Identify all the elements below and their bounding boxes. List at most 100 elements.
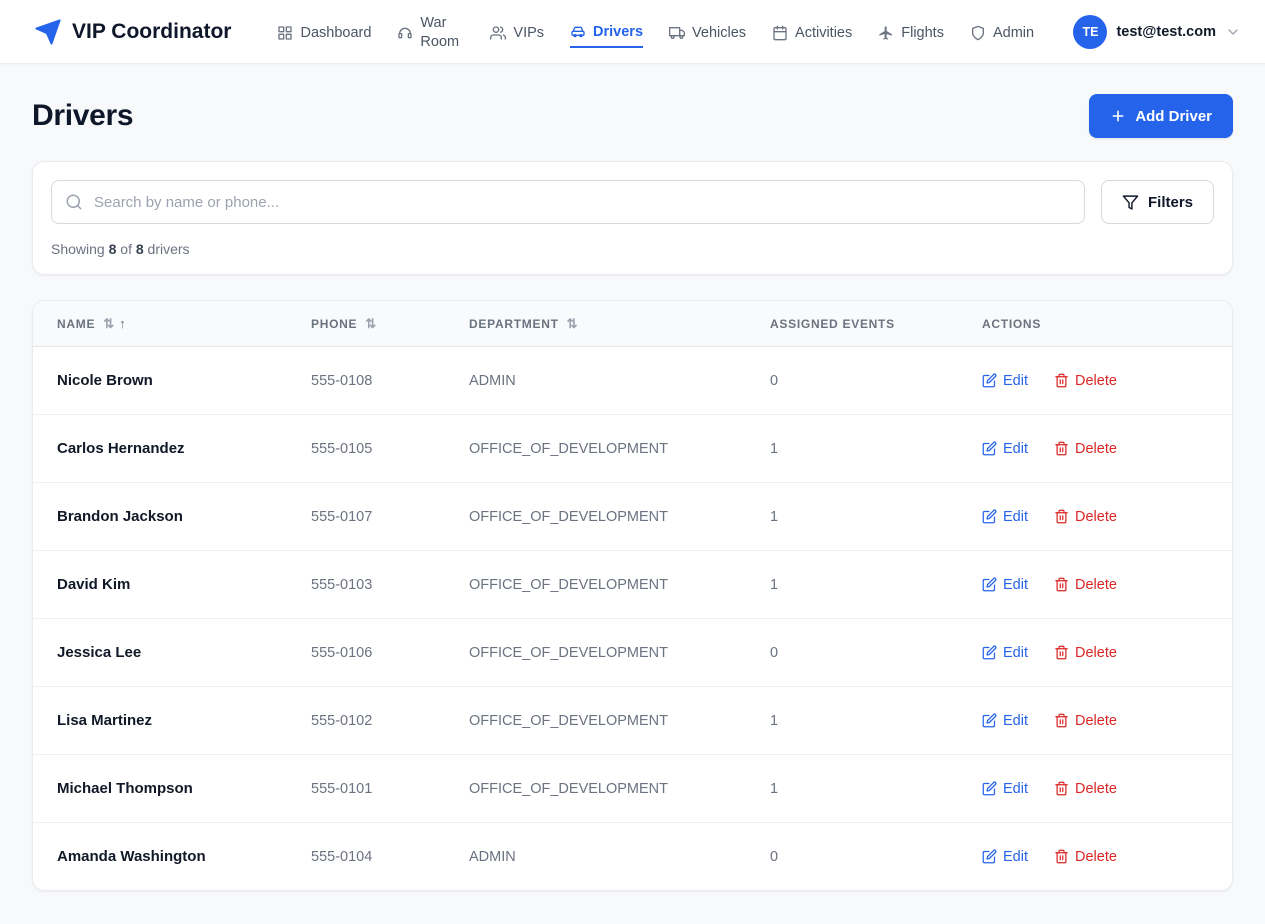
edit-label: Edit	[1003, 373, 1028, 389]
edit-label: Edit	[1003, 441, 1028, 457]
delete-label: Delete	[1075, 509, 1117, 525]
driver-name: Amanda Washington	[33, 823, 287, 891]
delete-label: Delete	[1075, 645, 1117, 661]
driver-department: OFFICE_OF_DEVELOPMENT	[445, 755, 746, 823]
column-header-phone[interactable]: PHONE⇅	[287, 301, 445, 347]
search-input[interactable]	[51, 180, 1085, 224]
main-nav: Dashboard War Room VIPs Drivers Vehicles Acti…	[277, 6, 1034, 58]
driver-phone: 555-0108	[287, 347, 445, 415]
trash-icon	[1054, 781, 1069, 796]
table-row: Michael Thompson 555-0101 OFFICE_OF_DEVE…	[33, 755, 1232, 823]
driver-name: Jessica Lee	[33, 619, 287, 687]
nav-item-admin[interactable]: Admin	[970, 17, 1034, 47]
nav-item-label: Dashboard	[300, 25, 371, 41]
sort-icon[interactable]: ⇅	[365, 316, 376, 331]
delete-button[interactable]: Delete	[1054, 441, 1117, 457]
page-header: Drivers Add Driver	[32, 94, 1233, 138]
delete-button[interactable]: Delete	[1054, 781, 1117, 797]
driver-phone: 555-0104	[287, 823, 445, 891]
delete-button[interactable]: Delete	[1054, 713, 1117, 729]
trash-icon	[1054, 441, 1069, 456]
brand: VIP Coordinator	[34, 18, 231, 46]
search-card: Filters Showing 8 of 8 drivers	[32, 161, 1233, 275]
drivers-icon	[570, 24, 586, 40]
edit-icon	[982, 849, 997, 864]
add-driver-button[interactable]: Add Driver	[1089, 94, 1233, 138]
driver-assigned-events: 1	[746, 755, 958, 823]
search-box	[51, 180, 1085, 224]
top-navbar: VIP Coordinator Dashboard War Room VIPs Dri…	[0, 0, 1265, 64]
edit-label: Edit	[1003, 713, 1028, 729]
table-row: Amanda Washington 555-0104 ADMIN 0 Edit …	[33, 823, 1232, 891]
nav-item-vehicles[interactable]: Vehicles	[669, 17, 746, 47]
driver-phone: 555-0105	[287, 415, 445, 483]
edit-button[interactable]: Edit	[982, 781, 1028, 797]
nav-item-flights[interactable]: Flights	[878, 17, 944, 47]
delete-label: Delete	[1075, 713, 1117, 729]
nav-item-label: Activities	[795, 25, 852, 41]
nav-item-label: Drivers	[593, 24, 643, 40]
delete-button[interactable]: Delete	[1054, 577, 1117, 593]
chevron-down-icon	[1225, 24, 1241, 40]
edit-button[interactable]: Edit	[982, 441, 1028, 457]
trash-icon	[1054, 509, 1069, 524]
results-count-total: 8	[136, 241, 144, 257]
nav-item-vips[interactable]: VIPs	[490, 17, 544, 47]
sort-icon[interactable]: ⇅	[567, 316, 578, 331]
results-count-suffix: drivers	[148, 241, 190, 257]
edit-icon	[982, 441, 997, 456]
driver-phone: 555-0102	[287, 687, 445, 755]
sort-icon[interactable]: ⇅	[103, 316, 114, 331]
nav-item-dashboard[interactable]: Dashboard	[277, 17, 371, 47]
edit-button[interactable]: Edit	[982, 645, 1028, 661]
drivers-table: NAME⇅↑ PHONE⇅ DEPARTMENT⇅ ASSIGNED EVENT…	[33, 301, 1232, 890]
table-header-row: NAME⇅↑ PHONE⇅ DEPARTMENT⇅ ASSIGNED EVENT…	[33, 301, 1232, 347]
delete-label: Delete	[1075, 849, 1117, 865]
filters-label: Filters	[1148, 194, 1193, 211]
drivers-table-card: NAME⇅↑ PHONE⇅ DEPARTMENT⇅ ASSIGNED EVENT…	[32, 300, 1233, 891]
driver-assigned-events: 0	[746, 619, 958, 687]
avatar: TE	[1073, 15, 1107, 49]
edit-button[interactable]: Edit	[982, 509, 1028, 525]
nav-item-drivers[interactable]: Drivers	[570, 16, 643, 48]
column-header-department[interactable]: DEPARTMENT⇅	[445, 301, 746, 347]
edit-button[interactable]: Edit	[982, 713, 1028, 729]
filter-icon	[1122, 194, 1139, 211]
delete-button[interactable]: Delete	[1054, 373, 1117, 389]
nav-item-war-room[interactable]: War Room	[397, 6, 464, 58]
trash-icon	[1054, 713, 1069, 728]
nav-item-label: War Room	[420, 14, 464, 52]
edit-label: Edit	[1003, 509, 1028, 525]
user-menu[interactable]: TE test@test.com	[1069, 15, 1241, 49]
column-header-actions: ACTIONS	[958, 301, 1232, 347]
driver-department: ADMIN	[445, 823, 746, 891]
delete-label: Delete	[1075, 577, 1117, 593]
driver-assigned-events: 1	[746, 551, 958, 619]
brand-logo-icon	[34, 18, 62, 46]
edit-button[interactable]: Edit	[982, 577, 1028, 593]
edit-button[interactable]: Edit	[982, 373, 1028, 389]
driver-department: ADMIN	[445, 347, 746, 415]
sort-asc-icon: ↑	[119, 316, 126, 331]
driver-name: David Kim	[33, 551, 287, 619]
delete-label: Delete	[1075, 781, 1117, 797]
delete-button[interactable]: Delete	[1054, 849, 1117, 865]
driver-department: OFFICE_OF_DEVELOPMENT	[445, 687, 746, 755]
edit-icon	[982, 373, 997, 388]
results-count: Showing 8 of 8 drivers	[51, 241, 1214, 257]
delete-button[interactable]: Delete	[1054, 645, 1117, 661]
activities-icon	[772, 25, 788, 41]
edit-icon	[982, 509, 997, 524]
nav-item-label: VIPs	[513, 25, 544, 41]
nav-item-label: Vehicles	[692, 25, 746, 41]
nav-item-activities[interactable]: Activities	[772, 17, 852, 47]
column-header-name[interactable]: NAME⇅↑	[33, 301, 287, 347]
delete-button[interactable]: Delete	[1054, 509, 1117, 525]
edit-button[interactable]: Edit	[982, 849, 1028, 865]
delete-label: Delete	[1075, 441, 1117, 457]
table-row: Nicole Brown 555-0108 ADMIN 0 Edit Delet…	[33, 347, 1232, 415]
filters-button[interactable]: Filters	[1101, 180, 1214, 224]
driver-name: Nicole Brown	[33, 347, 287, 415]
vips-icon	[490, 25, 506, 41]
results-count-prefix: Showing	[51, 241, 105, 257]
